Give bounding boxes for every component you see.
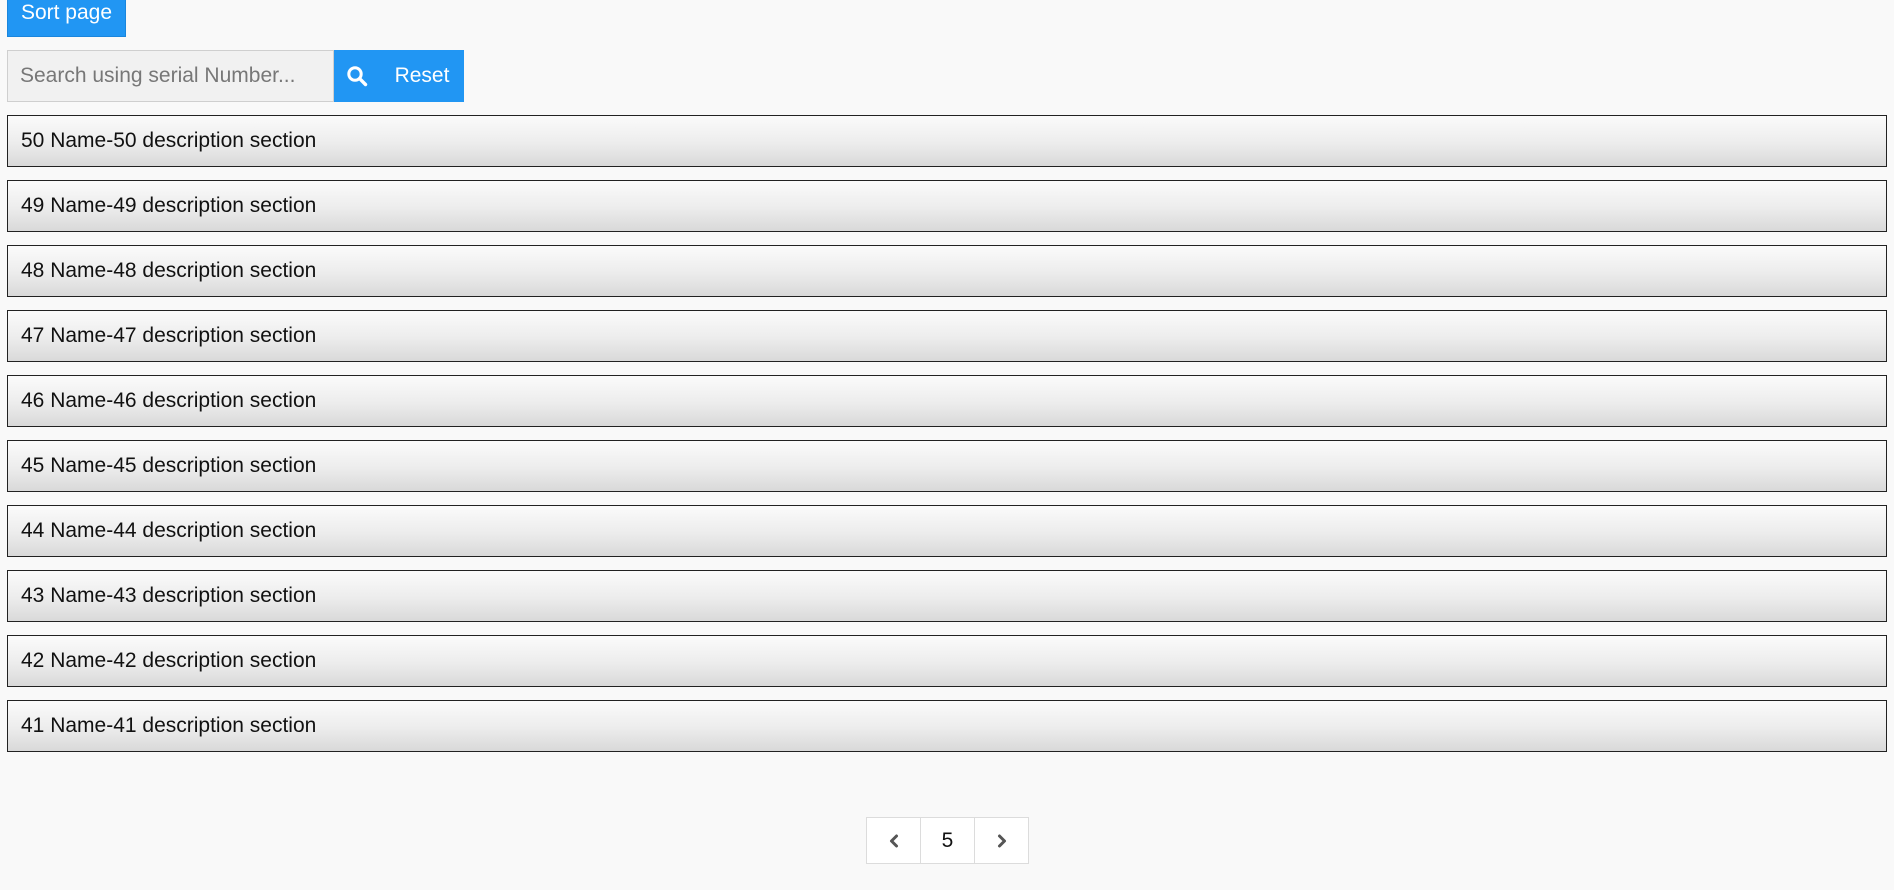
list-item[interactable]: 44 Name-44 description section <box>7 505 1887 557</box>
list-item[interactable]: 48 Name-48 description section <box>7 245 1887 297</box>
search-button[interactable] <box>334 50 380 102</box>
list-item[interactable]: 41 Name-41 description section <box>7 700 1887 752</box>
search-bar: Reset <box>7 50 464 102</box>
item-list: 50 Name-50 description section 49 Name-4… <box>7 115 1887 765</box>
list-item[interactable]: 42 Name-42 description section <box>7 635 1887 687</box>
sort-page-button[interactable]: Sort page <box>7 0 126 37</box>
list-item[interactable]: 43 Name-43 description section <box>7 570 1887 622</box>
search-input[interactable] <box>7 50 334 102</box>
current-page: 5 <box>920 818 974 863</box>
search-icon <box>347 66 368 87</box>
chevron-right-icon <box>997 834 1006 847</box>
reset-button[interactable]: Reset <box>380 50 464 102</box>
prev-page-button[interactable] <box>867 818 920 863</box>
list-item[interactable]: 49 Name-49 description section <box>7 180 1887 232</box>
chevron-left-icon <box>889 834 898 847</box>
next-page-button[interactable] <box>974 818 1028 863</box>
list-item[interactable]: 46 Name-46 description section <box>7 375 1887 427</box>
list-item[interactable]: 45 Name-45 description section <box>7 440 1887 492</box>
pagination: 5 <box>866 817 1029 864</box>
list-item[interactable]: 50 Name-50 description section <box>7 115 1887 167</box>
list-item[interactable]: 47 Name-47 description section <box>7 310 1887 362</box>
